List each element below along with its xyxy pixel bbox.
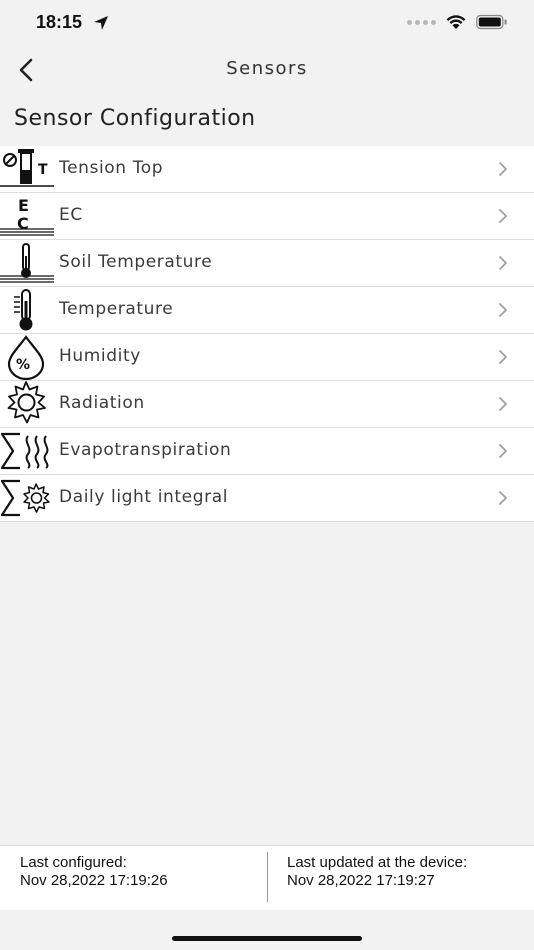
config-footer: Last configured: Nov 28,2022 17:19:26 La… <box>0 845 534 910</box>
evapotranspiration-icon <box>0 432 49 470</box>
sensor-label: Temperature <box>59 299 174 319</box>
status-bar: 18:15 <box>0 0 534 48</box>
sensor-label: Soil Temperature <box>59 252 213 272</box>
chevron-right-icon <box>499 397 507 411</box>
svg-text:C: C <box>17 214 29 233</box>
sun-icon <box>7 381 46 424</box>
sensor-label: Radiation <box>59 393 145 413</box>
chevron-right-icon <box>499 444 507 458</box>
thermometer-icon <box>14 289 33 331</box>
sensor-label: Daily light integral <box>59 487 229 507</box>
last-configured: Last configured: Nov 28,2022 17:19:26 <box>20 854 168 890</box>
soil-temperature-icon <box>0 243 54 283</box>
last-updated-value: Nov 28,2022 17:19:27 <box>287 872 435 889</box>
last-updated: Last updated at the device: Nov 28,2022 … <box>287 854 467 890</box>
cellular-signal-icon <box>407 19 436 25</box>
status-time: 18:15 <box>36 12 83 32</box>
sensor-label: Tension Top <box>59 158 164 178</box>
chevron-right-icon <box>499 491 507 505</box>
battery-icon <box>476 14 507 30</box>
home-indicator[interactable] <box>172 936 362 941</box>
sensor-row-temperature[interactable]: Temperature <box>0 287 534 334</box>
wifi-icon <box>446 15 466 29</box>
daily-light-integral-icon <box>0 479 50 517</box>
sensor-row-evapotranspiration[interactable]: Evapotranspiration <box>0 428 534 475</box>
svg-text:E: E <box>18 196 29 215</box>
sensor-label: Evapotranspiration <box>59 440 232 460</box>
ec-icon: E C <box>0 196 54 236</box>
status-indicators <box>407 14 508 30</box>
chevron-right-icon <box>499 256 507 270</box>
humidity-drop-icon: % <box>7 335 45 380</box>
chevron-right-icon <box>499 209 507 223</box>
sensor-row-soil-temperature[interactable]: Soil Temperature <box>0 240 534 287</box>
tension-top-icon: T <box>0 149 54 187</box>
sensor-row-humidity[interactable]: % Humidity <box>0 334 534 381</box>
last-updated-label: Last updated at the device: <box>287 854 468 871</box>
location-arrow-icon <box>94 16 108 30</box>
chevron-right-icon <box>499 162 507 176</box>
last-configured-value: Nov 28,2022 17:19:26 <box>20 872 168 889</box>
sensor-row-daily-light-integral[interactable]: Daily light integral <box>0 475 534 522</box>
sensor-list: T Tension Top E C EC Soil Temperature Te… <box>0 146 534 522</box>
sensor-label: EC <box>59 205 83 225</box>
svg-text:T: T <box>38 162 48 178</box>
navigation-bar: Sensors <box>0 48 534 92</box>
sensor-label: Humidity <box>59 346 141 366</box>
chevron-right-icon <box>499 350 507 364</box>
page-title: Sensors <box>226 58 308 79</box>
sensor-row-ec[interactable]: E C EC <box>0 193 534 240</box>
last-configured-label: Last configured: <box>20 854 127 871</box>
footer-divider <box>267 852 268 902</box>
sensor-row-tension-top[interactable]: T Tension Top <box>0 146 534 193</box>
svg-text:%: % <box>16 357 30 373</box>
chevron-right-icon <box>499 303 507 317</box>
sensor-row-radiation[interactable]: Radiation <box>0 381 534 428</box>
section-title: Sensor Configuration <box>14 106 256 131</box>
